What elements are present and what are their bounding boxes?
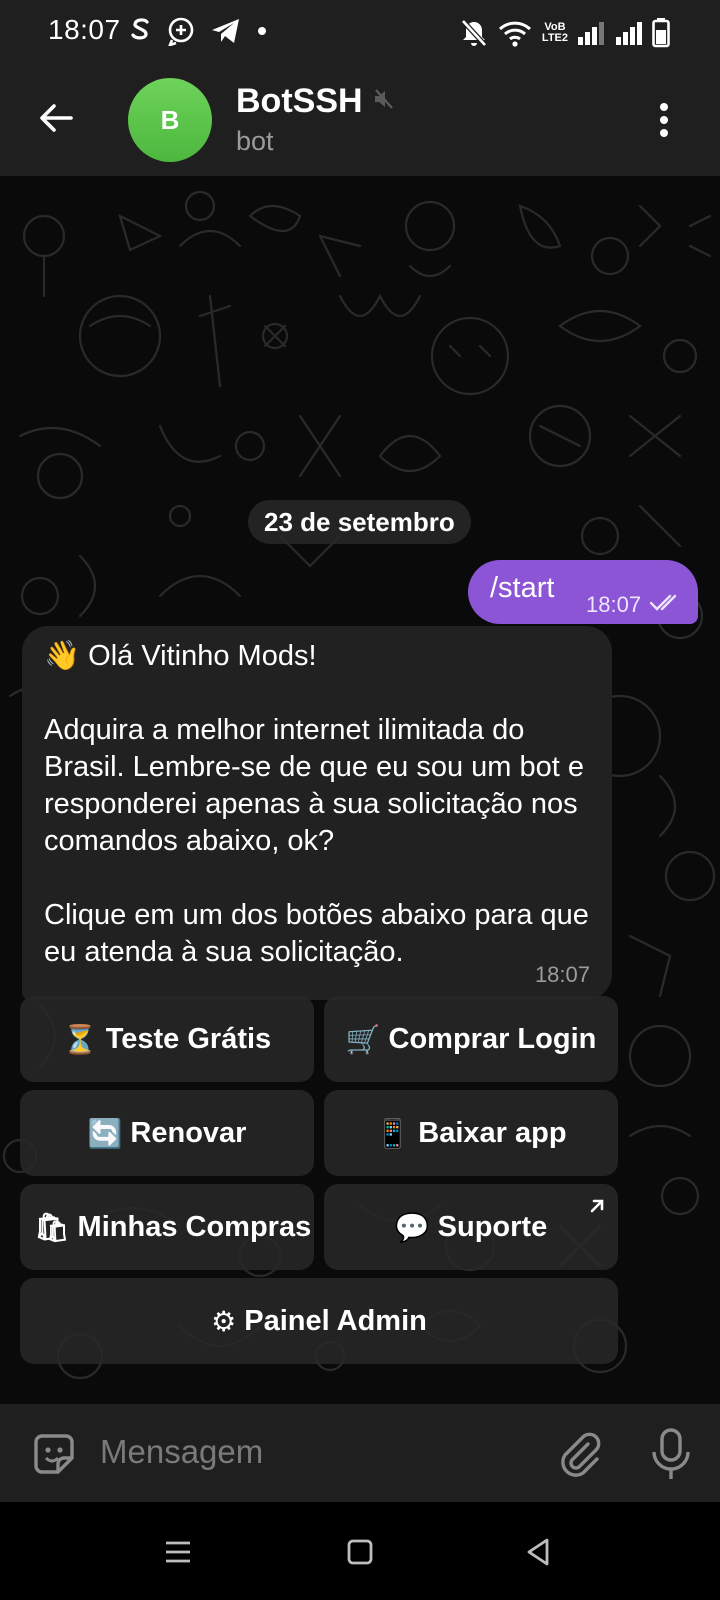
keyboard-button-label: Renovar (130, 1116, 247, 1149)
sticker-icon (34, 1434, 74, 1474)
telegram-icon (210, 17, 242, 45)
muted-speaker-icon (373, 88, 395, 115)
keyboard-button-label: Minhas Compras (77, 1210, 312, 1243)
outgoing-message-time: 18:07 (586, 592, 642, 617)
shopping-bags-icon: 🛍 (34, 1210, 70, 1244)
keyboard-button-minhas-compras[interactable]: 🛍 Minhas Compras (20, 1184, 314, 1270)
signal-bars-icon (578, 21, 642, 45)
dot-icon (256, 25, 268, 37)
skype-icon (128, 16, 152, 46)
outgoing-message[interactable]: /start 18:07 (468, 560, 698, 624)
external-link-arrow-icon (588, 1190, 606, 1223)
microphone-icon (652, 1428, 690, 1479)
keyboard-button-renovar[interactable]: 🔄 Renovar (20, 1090, 314, 1176)
battery-icon (652, 18, 670, 48)
recent-apps-button[interactable] (158, 1534, 198, 1570)
incoming-message-time: 18:07 (534, 962, 590, 987)
keyboard-button-label: Baixar app (418, 1116, 567, 1149)
menu-lines-icon (166, 1541, 190, 1563)
signal-chat-icon (166, 16, 196, 46)
attach-button[interactable] (552, 1426, 604, 1478)
chat-area[interactable]: 23 de setembro /start 18:07 👋 Olá Vitinh… (0, 176, 720, 1404)
volte-label: VoB LTE2 (541, 21, 568, 44)
mobile-phone-icon: 📱 (375, 1116, 411, 1150)
keyboard-button-teste-gratis[interactable]: ⏳ Teste Grátis (20, 996, 314, 1082)
system-navigation-bar (0, 1502, 720, 1600)
message-input-bar (0, 1404, 720, 1502)
chat-title-row[interactable]: BotSSH (236, 82, 395, 121)
keyboard-button-label: Teste Grátis (105, 1022, 272, 1055)
shopping-cart-icon: 🛒 (345, 1022, 381, 1056)
sticker-emoji-button[interactable] (28, 1428, 80, 1480)
chat-header: B BotSSH bot (0, 64, 720, 176)
message-input[interactable] (100, 1426, 500, 1478)
paperclip-icon (561, 1432, 601, 1477)
date-chip: 23 de setembro (248, 500, 471, 544)
keyboard-button-label: Painel Admin (244, 1304, 427, 1337)
hourglass-icon: ⏳ (62, 1022, 98, 1056)
keyboard-button-painel-admin[interactable]: ⚙ Painel Admin (20, 1278, 618, 1364)
more-options-button[interactable] (644, 94, 684, 146)
status-right-icons: VoB LTE2 (460, 16, 670, 50)
speech-bubble-icon: 💬 (394, 1210, 430, 1244)
chat-subtitle: bot (236, 126, 274, 156)
chat-title: BotSSH (236, 82, 363, 120)
refresh-icon: 🔄 (87, 1116, 123, 1150)
system-back-button[interactable] (518, 1534, 558, 1570)
volte-icon: VoB LTE2 (542, 22, 568, 44)
double-check-icon (649, 594, 682, 617)
keyboard-button-suporte[interactable]: 💬 Suporte (324, 1184, 618, 1270)
keyboard-button-label: Comprar Login (388, 1022, 597, 1055)
keyboard-button-baixar-app[interactable]: 📱 Baixar app (324, 1090, 618, 1176)
incoming-message-text: 👋 Olá Vitinho Mods! Adquira a melhor int… (44, 640, 589, 968)
voice-record-button[interactable] (648, 1426, 694, 1482)
more-vertical-icon (660, 103, 668, 137)
status-left-icons (128, 14, 268, 48)
home-button[interactable] (340, 1534, 380, 1570)
gear-icon: ⚙ (211, 1304, 237, 1338)
back-button[interactable] (32, 94, 80, 142)
mute-notifications-icon (460, 18, 488, 48)
status-time: 18:07 (48, 14, 121, 45)
square-icon (347, 1539, 373, 1565)
avatar[interactable]: B (128, 78, 212, 162)
keyboard-button-comprar-login[interactable]: 🛒 Comprar Login (324, 996, 618, 1082)
wifi-icon (498, 19, 532, 47)
status-bar: 18:07 VoB LTE2 (0, 0, 720, 64)
keyboard-button-label: Suporte (437, 1210, 548, 1243)
incoming-message[interactable]: 👋 Olá Vitinho Mods! Adquira a melhor int… (22, 626, 612, 1000)
outgoing-message-text: /start (490, 572, 555, 604)
arrow-left-icon (40, 104, 73, 132)
triangle-back-icon (527, 1538, 549, 1566)
